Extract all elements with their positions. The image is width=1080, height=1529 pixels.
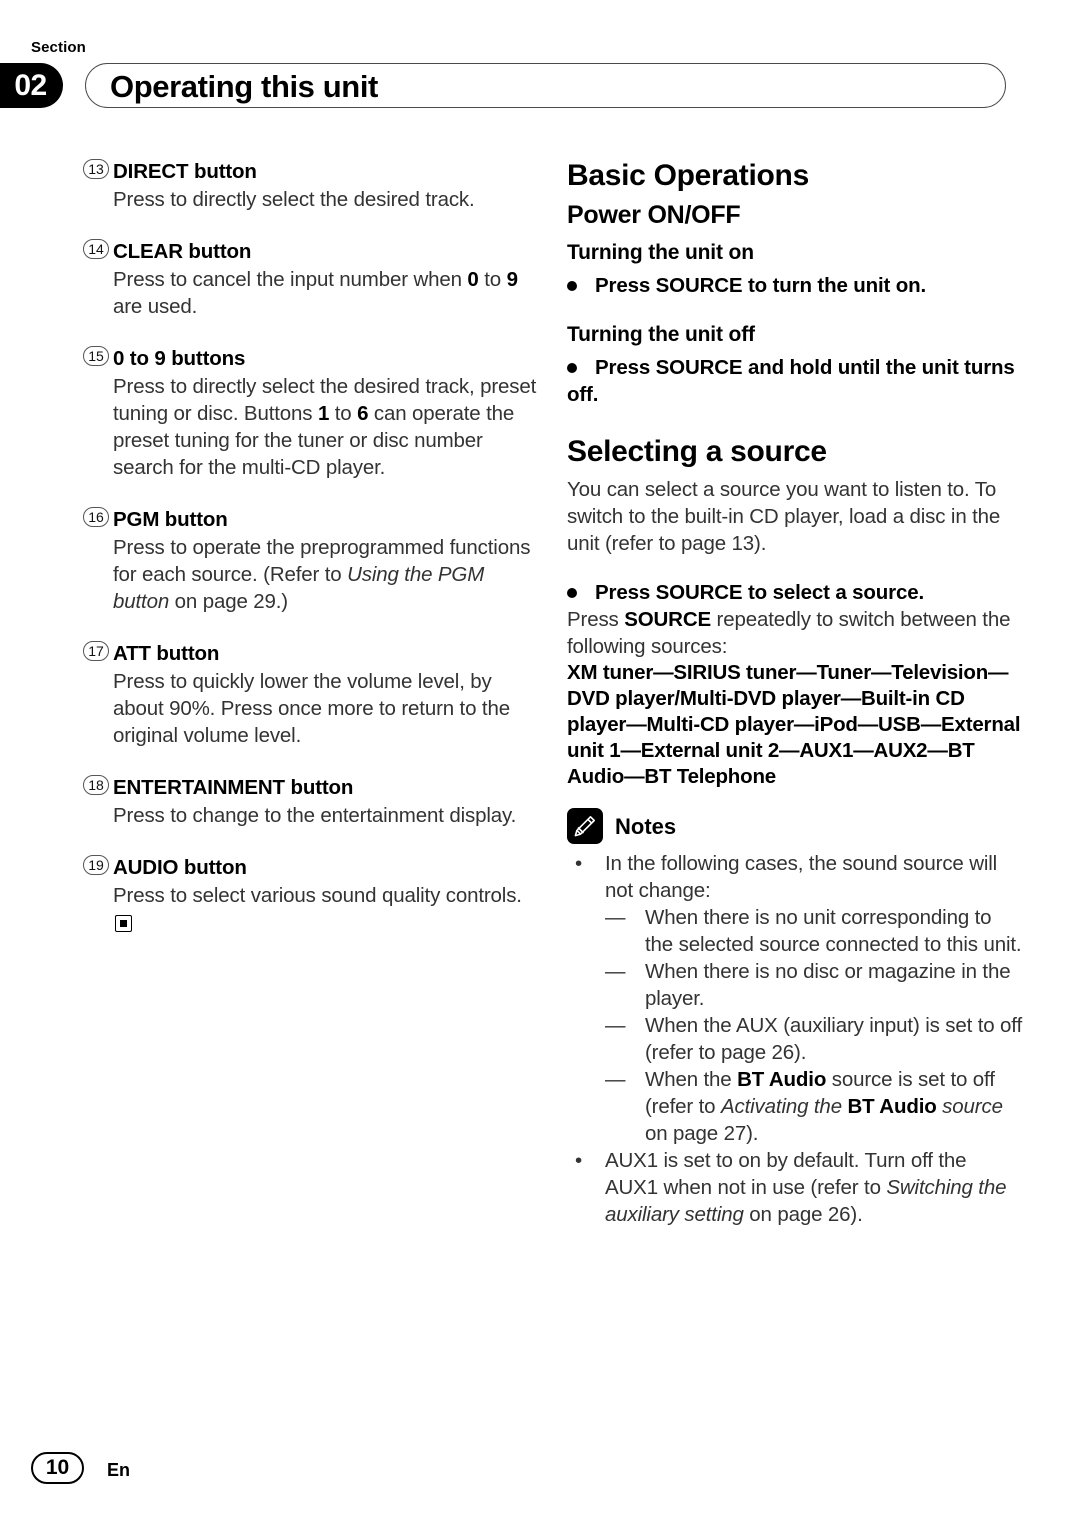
item-body-0-to-9-buttons: Press to directly select the desired tra… (113, 375, 537, 479)
end-of-section-icon (115, 915, 132, 932)
selecting-source-intro: You can select a source you want to list… (567, 478, 1001, 555)
bullet-dot-icon (567, 363, 577, 373)
list-item: 17 ATT button Press to quickly lower the… (83, 640, 538, 749)
note-item-text: AUX1 is set to on by default. Turn off t… (605, 1149, 1007, 1226)
note-item-text: In the following cases, the sound source… (605, 852, 998, 902)
right-column: Basic Operations Power ON/OFF Turning th… (567, 158, 1022, 1228)
bullet-press-source-select-text: Press SOURCE to select a source. (595, 581, 925, 604)
list-item: 14 CLEAR button Press to cancel the inpu… (83, 238, 538, 320)
bullet-dot-icon (567, 588, 577, 598)
note-dash-marker: — (605, 906, 626, 929)
note-dash-marker: — (605, 1014, 626, 1037)
item-heading-clear-button: CLEAR button (113, 240, 252, 263)
item-body-clear-button: Press to cancel the input number when 0 … (113, 268, 518, 318)
heading-selecting-a-source: Selecting a source (567, 435, 827, 468)
page-title: Operating this unit (110, 69, 378, 104)
item-heading-0-to-9-buttons: 0 to 9 buttons (113, 347, 246, 370)
item-number-13: 13 (83, 159, 109, 179)
heading-power-on-off: Power ON/OFF (567, 201, 741, 229)
note-bullet-marker: • (575, 1149, 583, 1172)
item-heading-entertainment-button: ENTERTAINMENT button (113, 776, 354, 799)
list-item: 18 ENTERTAINMENT button Press to change … (83, 774, 538, 829)
item-number-17: 17 (83, 641, 109, 661)
note-subitem: — When the BT Audio source is set to off … (567, 1066, 1022, 1147)
item-heading-audio-button: AUDIO button (113, 856, 247, 879)
list-item: 15 0 to 9 buttons Press to directly sele… (83, 345, 538, 481)
item-heading-att-button: ATT button (113, 642, 220, 665)
heading-basic-operations: Basic Operations (567, 159, 809, 192)
note-subitem-text: When there is no unit corresponding to t… (645, 906, 1022, 956)
bullet-turn-unit-off: Press SOURCE and hold until the unit tur… (567, 354, 1022, 408)
item-heading-direct-button: DIRECT button (113, 160, 257, 183)
section-number: 02 (14, 69, 47, 102)
bullet-turn-unit-on-text: Press SOURCE to turn the unit on. (595, 274, 927, 297)
page-header: Section 02 Operating this unit (0, 0, 1080, 140)
item-number-18: 18 (83, 775, 109, 795)
note-subitem-text: When the BT Audio source is set to off (… (645, 1068, 1003, 1145)
item-body-entertainment-button: Press to change to the entertainment dis… (113, 804, 517, 827)
item-heading-pgm-button: PGM button (113, 508, 228, 531)
item-number-14: 14 (83, 239, 109, 259)
note-item: • AUX1 is set to on by default. Turn off … (567, 1147, 1022, 1228)
note-subitem-text: When the AUX (auxiliary input) is set to… (645, 1014, 1023, 1064)
note-dash-marker: — (605, 960, 626, 983)
heading-turning-the-unit-off: Turning the unit off (567, 323, 755, 346)
item-body-pgm-button: Press to operate the preprogrammed funct… (113, 536, 531, 613)
select-source-body: Press SOURCE repeatedly to switch betwee… (567, 608, 1011, 658)
item-body-att-button: Press to quickly lower the volume level,… (113, 670, 510, 747)
item-body-audio-button-text: Press to select various sound quality co… (113, 884, 522, 907)
left-column: 13 DIRECT button Press to directly selec… (83, 158, 538, 936)
item-number-19: 19 (83, 855, 109, 875)
source-list: XM tuner—SIRIUS tuner—Tuner—Television—D… (567, 661, 1021, 788)
note-subitem: — When the AUX (auxiliary input) is set t… (567, 1012, 1022, 1066)
item-number-16: 16 (83, 507, 109, 527)
item-body-audio-button: Press to select various sound quality co… (113, 882, 538, 936)
language-code: En (107, 1460, 131, 1480)
note-bullet-marker: • (575, 852, 583, 875)
note-subitem-text: When there is no disc or magazine in the… (645, 960, 1011, 1010)
notes-label: Notes (615, 814, 677, 839)
note-subitem: — When there is no unit corresponding to … (567, 904, 1022, 958)
section-number-badge: 02 (0, 63, 63, 108)
bullet-dot-icon (567, 281, 577, 291)
page-number: 10 (31, 1452, 84, 1484)
list-item: 19 AUDIO button Press to select various … (83, 854, 538, 936)
bullet-turn-unit-off-text: Press SOURCE and hold until the unit tur… (567, 356, 1015, 406)
item-number-15: 15 (83, 346, 109, 366)
pencil-icon (567, 808, 603, 844)
bullet-turn-unit-on: Press SOURCE to turn the unit on. (567, 272, 1022, 299)
note-item: • In the following cases, the sound sourc… (567, 850, 1022, 904)
note-subitem: — When there is no disc or magazine in th… (567, 958, 1022, 1012)
bullet-press-source-select: Press SOURCE to select a source. (567, 579, 1022, 606)
section-label: Section (31, 39, 86, 56)
notes-header: Notes (567, 808, 1022, 848)
note-dash-marker: — (605, 1068, 626, 1091)
item-body-direct-button: Press to directly select the desired tra… (113, 188, 475, 211)
list-item: 16 PGM button Press to operate the prepr… (83, 506, 538, 615)
heading-turning-the-unit-on: Turning the unit on (567, 241, 754, 264)
list-item: 13 DIRECT button Press to directly selec… (83, 158, 538, 213)
